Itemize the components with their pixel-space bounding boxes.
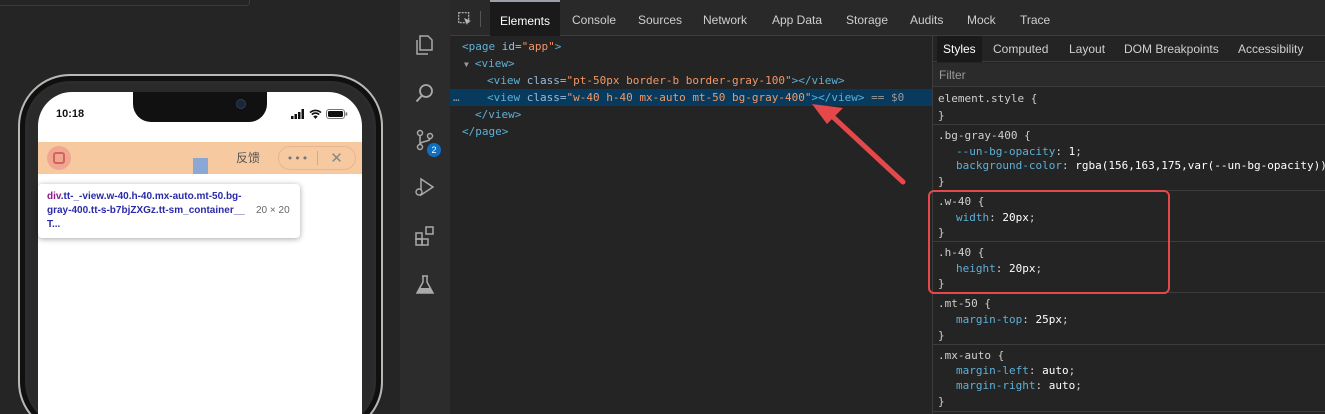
feedback-button[interactable]: 反馈: [226, 146, 270, 168]
tab-trace[interactable]: Trace: [1020, 0, 1050, 36]
dom-node-page-close: </page>: [450, 123, 932, 140]
dom-tag: <page: [462, 40, 496, 53]
tab-styles[interactable]: Styles: [937, 36, 982, 62]
menu-capsule: ••• ✕: [278, 146, 356, 170]
tooltip-classes: .tt-_-view.w-40.h-40.mx-auto.mt-50.bg-gr…: [47, 191, 245, 230]
css-declaration[interactable]: margin-right: auto;: [956, 377, 1082, 394]
search-icon[interactable]: [413, 81, 437, 105]
dom-attr-value: "pt-50px border-b border-gray-100": [566, 74, 792, 87]
css-property: margin-left: [956, 364, 1029, 377]
devtools-panel: Elements Console Sources Network App Dat…: [450, 0, 1325, 414]
run-debug-icon[interactable]: [413, 175, 437, 199]
files-icon[interactable]: [413, 33, 437, 57]
dom-node-view[interactable]: ▼ <view>: [450, 55, 932, 72]
dom-attr-name: id=: [495, 40, 522, 53]
elements-tree: <page id="app"> ▼ <view> <view class="pt-…: [450, 36, 932, 414]
camera-icon: [236, 99, 246, 109]
tab-dom-breakpoints[interactable]: DOM Breakpoints: [1124, 36, 1219, 62]
dom-node-view-selected[interactable]: … <view class="w-40 h-40 mx-auto mt-50 bg…: [450, 89, 932, 106]
scm-badge: 2: [427, 143, 441, 157]
styles-filter: [933, 63, 1325, 87]
tab-layout[interactable]: Layout: [1069, 36, 1105, 62]
tabs-divider: [480, 11, 481, 27]
css-property: background-color: [956, 159, 1062, 172]
rule-brace: }: [938, 175, 945, 188]
dom-tag-close: ></view>: [811, 91, 865, 104]
app-logo-icon: [47, 146, 71, 170]
simulator-pane: 10:18 反馈 ••• ✕ div.tt-_-view.w-40.h-40.m…: [0, 0, 400, 414]
dom-tag-close: >: [554, 40, 562, 53]
tab-app-data[interactable]: App Data: [772, 0, 822, 36]
simulator-toolbar: [0, 0, 250, 6]
tooltip-size: 20 × 20: [256, 205, 290, 216]
tab-network[interactable]: Network: [703, 0, 747, 36]
more-button[interactable]: •••: [279, 152, 317, 165]
dom-attr-name: class=: [520, 91, 567, 104]
devtools-tabbar: Elements Console Sources Network App Dat…: [450, 0, 1325, 36]
tab-console[interactable]: Console: [572, 0, 616, 36]
dom-attr-name: class=: [520, 74, 567, 87]
rule-selector[interactable]: element.style {: [938, 90, 1037, 107]
tab-computed[interactable]: Computed: [993, 36, 1048, 62]
battery-icon: [326, 109, 348, 119]
phone-screen: 10:18 反馈 ••• ✕: [38, 92, 362, 414]
tab-elements[interactable]: Elements: [490, 0, 560, 36]
rule-element-style: element.style { }: [933, 88, 1325, 125]
dom-selected-ref: == $0: [864, 91, 905, 104]
dom-tag: </view>: [475, 108, 522, 121]
css-declaration[interactable]: margin-top: 25px;: [956, 311, 1069, 328]
close-button[interactable]: ✕: [318, 149, 355, 167]
inspect-tooltip: div.tt-_-view.w-40.h-40.mx-auto.mt-50.bg…: [38, 184, 300, 238]
signal-icon: [291, 109, 304, 119]
dom-node-view-close: </view>: [450, 106, 932, 123]
css-value: auto: [1048, 379, 1076, 392]
dom-tag: </page>: [462, 125, 509, 138]
css-value: 25px: [1035, 313, 1062, 326]
rule-mx-auto: .mx-auto { margin-left: auto; margin-rig…: [933, 345, 1325, 412]
wifi-icon: [309, 109, 322, 119]
css-declaration[interactable]: background-color: rgba(156,163,175,var(-…: [956, 157, 1325, 174]
rule-selector[interactable]: .bg-gray-400 {: [938, 127, 1031, 144]
inspect-element-icon[interactable]: [458, 12, 472, 26]
tab-audits[interactable]: Audits: [910, 0, 943, 36]
css-value: auto: [1042, 364, 1069, 377]
css-property: margin-right: [956, 379, 1036, 392]
annotation-highlight-box: [928, 190, 1170, 294]
test-flask-icon[interactable]: [413, 273, 437, 297]
extensions-icon[interactable]: [413, 224, 437, 248]
rule-bg-gray-400: .bg-gray-400 { --un-bg-opacity: 1; backg…: [933, 125, 1325, 191]
dom-node-view-child-1[interactable]: <view class="pt-50px border-b border-gra…: [450, 72, 932, 89]
dom-node-page[interactable]: <page id="app">: [450, 38, 932, 55]
tab-mock[interactable]: Mock: [967, 0, 996, 36]
dom-attr-value: "app": [521, 40, 555, 53]
filter-input[interactable]: [937, 65, 1317, 85]
tab-storage[interactable]: Storage: [846, 0, 888, 36]
rule-brace: }: [938, 395, 945, 408]
dom-tag-close: ></view>: [791, 74, 845, 87]
styles-tabbar: Styles Computed Layout DOM Breakpoints A…: [933, 36, 1325, 62]
phone-notch: [133, 92, 267, 122]
dom-tag: <view: [487, 91, 521, 104]
dom-attr-value: "w-40 h-40 mx-auto mt-50 bg-gray-400": [566, 91, 812, 104]
activity-bar: 2: [400, 0, 450, 414]
rule-selector[interactable]: .mt-50 {: [938, 295, 991, 312]
dom-tag: <view>: [474, 57, 515, 70]
status-time: 10:18: [56, 108, 85, 120]
rule-brace: }: [938, 329, 945, 342]
dom-tag: <view: [487, 74, 521, 87]
node-actions-icon[interactable]: …: [450, 89, 487, 106]
tab-sources[interactable]: Sources: [638, 0, 682, 36]
highlighted-element[interactable]: [193, 158, 208, 174]
rule-mt-50: .mt-50 { margin-top: 25px; }: [933, 293, 1325, 345]
css-value: rgba(156,163,175,var(--un-bg-opacity)): [1075, 159, 1325, 172]
css-property: margin-top: [956, 313, 1023, 326]
rule-brace: }: [938, 109, 945, 122]
expand-arrow-icon[interactable]: ▼: [464, 60, 469, 69]
tooltip-selector: div.tt-_-view.w-40.h-40.mx-auto.mt-50.bg…: [47, 190, 247, 232]
status-icons: [291, 107, 348, 119]
tab-accessibility[interactable]: Accessibility: [1238, 36, 1303, 62]
tooltip-tag: div: [47, 191, 61, 202]
